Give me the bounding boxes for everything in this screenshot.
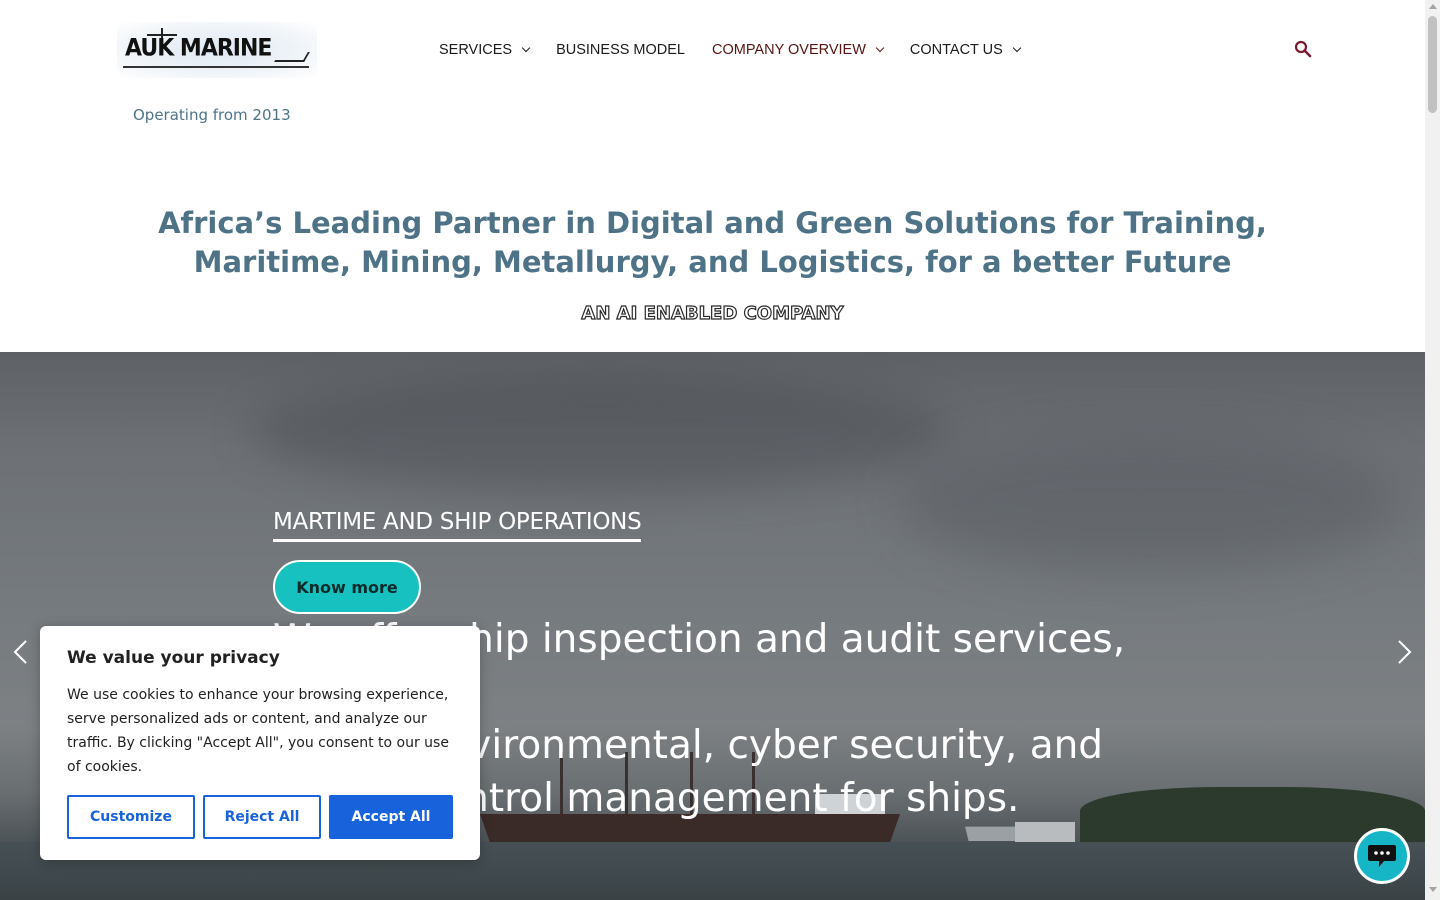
chat-button[interactable] xyxy=(1354,828,1410,884)
ai-enabled-label: AN AI ENABLED COMPANY xyxy=(581,302,844,324)
nav-item-label: CONTACT US xyxy=(909,42,1003,58)
accept-all-button[interactable]: Accept All xyxy=(329,795,453,839)
search-icon[interactable] xyxy=(1294,40,1312,58)
nav-item-label: BUSINESS MODEL xyxy=(556,42,685,58)
chevron-down-icon xyxy=(875,43,885,53)
site-logo[interactable]: AUK MARINE xyxy=(117,22,317,78)
slide-title: MARTIME AND SHIP OPERATIONS xyxy=(273,509,642,542)
nav-item-contact-us[interactable]: CONTACT US xyxy=(909,42,1022,58)
main-nav: SERVICES BUSINESS MODEL COMPANY OVERVIEW… xyxy=(439,40,1047,60)
customize-button[interactable]: Customize xyxy=(67,795,195,839)
reject-all-button[interactable]: Reject All xyxy=(203,795,321,839)
cookie-title: We value your privacy xyxy=(67,648,280,668)
chevron-down-icon xyxy=(1012,43,1022,53)
logo-underline xyxy=(123,66,309,68)
nav-item-services[interactable]: SERVICES xyxy=(439,42,531,58)
know-more-button[interactable]: Know more xyxy=(273,560,421,614)
nav-item-label: COMPANY OVERVIEW xyxy=(712,42,866,58)
hero-cloud xyxy=(900,432,1400,572)
site-header: AUK MARINE Operating from 2013 SERVICES … xyxy=(0,0,1425,352)
hero-cloud xyxy=(250,372,950,492)
cookie-body: We use cookies to enhance your browsing … xyxy=(67,687,449,775)
logo-text: AUK MARINE xyxy=(125,34,272,63)
page-headline: Africa’s Leading Partner in Digital and … xyxy=(0,204,1425,282)
chat-icon xyxy=(1368,845,1396,867)
shore-building xyxy=(1015,822,1075,844)
scroll-up-arrow[interactable] xyxy=(1429,4,1437,9)
nav-item-label: SERVICES xyxy=(439,42,513,58)
chevron-right-icon[interactable] xyxy=(1390,638,1418,666)
headline-line-2: Maritime, Mining, Metallurgy, and Logist… xyxy=(193,245,1232,279)
chevron-left-icon[interactable] xyxy=(8,638,36,666)
chevron-down-icon xyxy=(521,43,531,53)
scroll-down-arrow[interactable] xyxy=(1429,887,1437,892)
cookie-consent-dialog: We value your privacy We use cookies to … xyxy=(40,626,480,860)
nav-item-company-overview[interactable]: COMPANY OVERVIEW xyxy=(712,42,885,58)
headline-line-1: Africa’s Leading Partner in Digital and … xyxy=(158,206,1267,240)
scrollbar-thumb[interactable] xyxy=(1428,16,1437,113)
logo-hull xyxy=(274,52,310,62)
nav-item-business-model[interactable]: BUSINESS MODEL xyxy=(556,42,685,58)
page-scrollbar[interactable] xyxy=(1425,0,1440,900)
tagline: Operating from 2013 xyxy=(133,106,291,124)
